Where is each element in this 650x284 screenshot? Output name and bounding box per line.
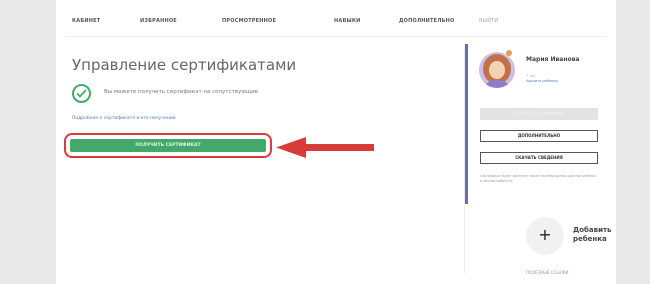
nav-item-skills[interactable]: НАВЫКИ <box>334 18 361 24</box>
additional-button[interactable]: ДОПОЛНИТЕЛЬНО <box>480 130 598 142</box>
nav-item-cabinet[interactable]: КАБИНЕТ <box>72 18 100 24</box>
page: КАБИНЕТ ИЗБРАННОЕ ПРОСМОТРЕННОЕ НАВЫКИ Д… <box>56 0 616 284</box>
avatar-badge <box>506 50 512 56</box>
download-info-button[interactable]: СКАЧАТЬ СВЕДЕНИЯ <box>480 152 598 164</box>
page-title: Управление сертификатами <box>72 56 297 74</box>
get-certificate-button[interactable]: ПОЛУЧИТЬ СЕРТИФИКАТ <box>70 139 266 152</box>
nav-item-favorites[interactable]: ИЗБРАННОЕ <box>140 18 177 24</box>
nav-item-logout[interactable]: ВЫЙТИ <box>479 18 498 24</box>
avatar <box>479 52 515 88</box>
get-certificate-disabled-button: ПОЛУЧИТЬ СЕРТИФИКАТ <box>480 108 598 120</box>
nav-divider <box>66 36 606 37</box>
useful-links-heading: ПОЛЕЗНЫЕ ССЫЛКИ <box>526 270 569 275</box>
top-navigation: КАБИНЕТ ИЗБРАННОЕ ПРОСМОТРЕННОЕ НАВЫКИ Д… <box>72 18 592 30</box>
profile-sidebar: Мария Иванова 7 лет Удалить ребенка ПОЛУ… <box>465 44 605 204</box>
certificate-info-link[interactable]: Подробнее о сертификате и его получении <box>72 116 176 121</box>
user-meta: 7 лет Удалить ребенка <box>526 74 558 84</box>
remove-child-link[interactable]: Удалить ребенка <box>526 79 558 84</box>
add-child-label[interactable]: Добавить ребенка <box>573 226 633 244</box>
sidebar-info-text: Сертификат будет доступен после подтверж… <box>480 174 596 183</box>
red-arrow-icon <box>276 137 374 158</box>
check-circle-icon <box>72 84 91 103</box>
nav-item-additional[interactable]: ДОПОЛНИТЕЛЬНО <box>399 18 455 24</box>
nav-item-viewed[interactable]: ПРОСМОТРЕННОЕ <box>222 18 276 24</box>
status-text: Вы можете получить сертификат на сопутст… <box>104 89 259 95</box>
add-child-icon[interactable]: + <box>526 217 564 255</box>
user-name: Мария Иванова <box>526 56 580 63</box>
